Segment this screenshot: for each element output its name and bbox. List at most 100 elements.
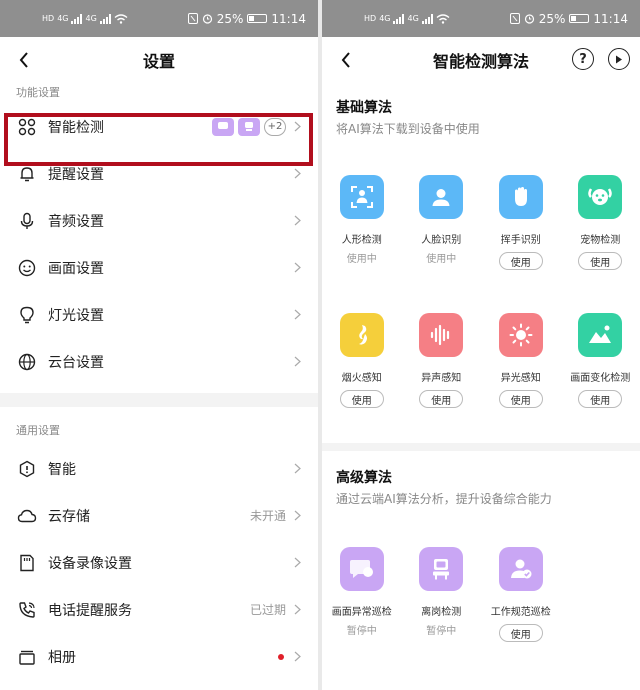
cloud-storage-status: 未开通	[249, 509, 286, 523]
algorithm-tile[interactable]: 烟火感知 使用	[322, 313, 402, 451]
algorithm-tile[interactable]: 异声感知 使用	[402, 313, 482, 451]
worker-icon	[498, 547, 543, 591]
algorithm-name: 异光感知	[500, 373, 541, 384]
settings-item-light[interactable]: 灯光设置	[0, 291, 318, 338]
light-icon	[498, 313, 543, 357]
nav-bar: 设置	[0, 37, 318, 83]
settings-screen: HD 4G 4G 25% 11:14 设置 功能设置 智能检测 +2 提醒设置 …	[0, 0, 318, 690]
algorithm-status: 暂停中	[426, 626, 457, 637]
status-bar: HD 4G 4G 25% 11:14	[0, 0, 318, 37]
back-arrow-icon	[19, 52, 28, 68]
more-count-badge: +2	[264, 117, 286, 136]
settings-item-reminder[interactable]: 提醒设置	[0, 150, 318, 197]
section-label-general: 通用设置	[16, 424, 60, 437]
image-change-icon	[578, 313, 623, 357]
alarm-icon	[202, 14, 212, 24]
advanced-algorithm-grid: 画面异常巡检 暂停中 离岗检测 暂停中 工作规范巡检 使用	[322, 547, 640, 685]
algorithm-tile[interactable]: 人脸识别 使用中	[402, 175, 482, 313]
seat-badge-icon	[238, 117, 260, 136]
settings-item-label: 电话提醒服务	[48, 602, 132, 619]
album-icon	[16, 646, 38, 668]
use-button[interactable]: 使用	[498, 624, 543, 642]
signal-icon	[393, 13, 405, 24]
basic-algorithms-subtitle: 将AI算法下载到设备中使用	[336, 122, 480, 136]
settings-item-label: 相册	[48, 649, 76, 666]
algorithm-name: 画面异常巡检	[331, 607, 392, 618]
back-button[interactable]	[10, 45, 38, 75]
network-type-2: 4G	[407, 13, 419, 23]
algorithm-screen: HD 4G 4G 25% 11:14 智能检测算法 ? 基础算法 将AI算法下载…	[322, 0, 640, 690]
algorithm-name: 挥手识别	[500, 235, 541, 246]
chevron-right-icon	[294, 309, 302, 321]
algorithm-tile[interactable]: 异光感知 使用	[481, 313, 561, 451]
settings-item-recording[interactable]: 设备录像设置	[0, 539, 318, 586]
settings-item-label: 云存储	[48, 508, 90, 525]
algorithm-tile[interactable]: 画面变化检测 使用	[561, 313, 640, 451]
settings-item-album[interactable]: 相册	[0, 633, 318, 680]
settings-item-image[interactable]: 画面设置	[0, 244, 318, 291]
chevron-right-icon	[294, 262, 302, 274]
network-type: 4G	[57, 13, 69, 23]
settings-item-phone-alert[interactable]: 电话提醒服务 已过期	[0, 586, 318, 633]
settings-item-label: 智能	[48, 461, 76, 478]
phone-icon	[16, 599, 38, 621]
advanced-algorithms-subtitle: 通过云端AI算法分析，提升设备综合能力	[336, 492, 552, 506]
use-button[interactable]: 使用	[339, 390, 384, 408]
page-title: 设置	[142, 52, 175, 71]
settings-item-cloud-storage[interactable]: 云存储 未开通	[0, 492, 318, 539]
nav-bar: 智能检测算法 ?	[322, 37, 640, 83]
back-arrow-icon	[341, 52, 350, 68]
settings-item-smart[interactable]: 智能	[0, 445, 318, 492]
face-icon	[419, 175, 464, 219]
back-button[interactable]	[332, 45, 360, 75]
globe-icon	[16, 351, 38, 373]
use-button[interactable]: 使用	[498, 252, 543, 270]
settings-item-label: 云台设置	[48, 354, 104, 371]
nfc-icon	[187, 13, 198, 24]
status-bar: HD 4G 4G 25% 11:14	[322, 0, 640, 37]
chevron-right-icon	[294, 121, 302, 133]
algorithm-status: 使用中	[426, 254, 457, 265]
seat-icon	[419, 547, 464, 591]
chat-icon	[339, 547, 384, 591]
use-button[interactable]: 使用	[498, 390, 543, 408]
algorithm-tile[interactable]: 画面异常巡检 暂停中	[322, 547, 402, 685]
section-label-function: 功能设置	[16, 86, 60, 99]
use-button[interactable]: 使用	[578, 390, 623, 408]
alarm-icon	[524, 14, 534, 24]
algorithm-tile[interactable]: 挥手识别 使用	[481, 175, 561, 313]
smiley-icon	[16, 257, 38, 279]
nfc-icon	[509, 13, 520, 24]
algorithm-name: 异声感知	[421, 373, 462, 384]
hd-indicator: HD	[42, 13, 55, 23]
use-button[interactable]: 使用	[419, 390, 464, 408]
chevron-right-icon	[294, 651, 302, 663]
hd-indicator: HD	[364, 13, 377, 23]
algorithm-name: 工作规范巡检	[490, 607, 551, 618]
smart-detect-label: 智能检测	[48, 119, 104, 136]
algorithm-tile[interactable]: 宠物检测 使用	[561, 175, 640, 313]
algorithm-name: 离岗检测	[421, 607, 462, 618]
battery-percent: 25%	[216, 11, 244, 26]
settings-item-ptz[interactable]: 云台设置	[0, 338, 318, 385]
chevron-right-icon	[294, 604, 302, 616]
clock: 11:14	[271, 11, 306, 26]
smart-detect-row[interactable]: 智能检测 +2	[0, 103, 318, 150]
chevron-right-icon	[294, 557, 302, 569]
algorithm-name: 宠物检测	[580, 235, 621, 246]
play-icon[interactable]	[608, 48, 630, 70]
basic-algorithm-grid: 人形检测 使用中 人脸识别 使用中 挥手识别 使用 宠物检测 使用 烟火感知 使用 异声感知 使用 异光…	[322, 175, 640, 451]
algorithm-name: 画面变化检测	[570, 373, 631, 384]
use-button[interactable]: 使用	[578, 252, 623, 270]
battery-percent: 25%	[538, 11, 566, 26]
algorithm-tile[interactable]: 离岗检测 暂停中	[402, 547, 482, 685]
cloud-icon	[16, 505, 38, 527]
phone-alert-status: 已过期	[249, 603, 286, 617]
algorithm-tile[interactable]: 人形检测 使用中	[322, 175, 402, 313]
settings-item-audio[interactable]: 音频设置	[0, 197, 318, 244]
help-icon[interactable]: ?	[572, 48, 594, 70]
settings-item-label: 灯光设置	[48, 307, 104, 324]
algorithm-name: 人形检测	[341, 235, 382, 246]
advanced-algorithms-title: 高级算法	[336, 470, 392, 486]
algorithm-tile[interactable]: 工作规范巡检 使用	[481, 547, 561, 685]
